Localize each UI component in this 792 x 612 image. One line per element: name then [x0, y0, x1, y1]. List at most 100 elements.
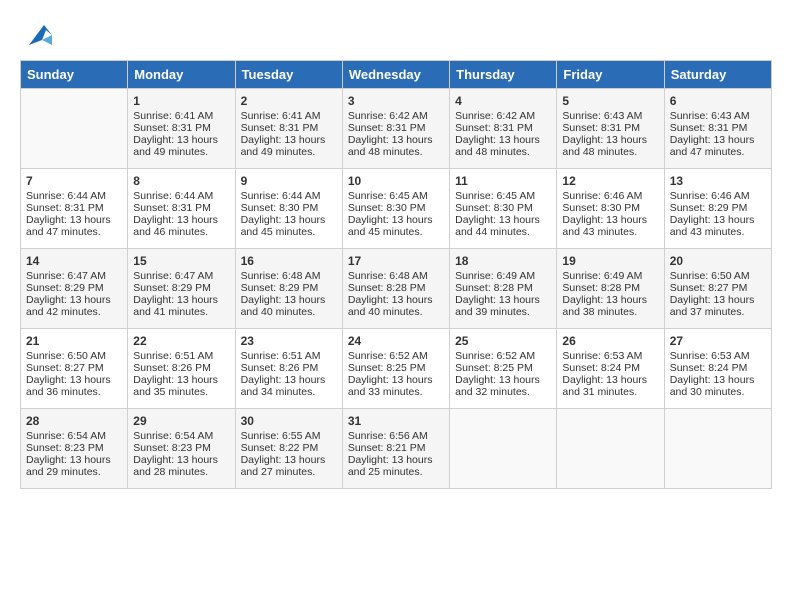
sunset-text: Sunset: 8:31 PM: [133, 122, 211, 134]
sunrise-text: Sunrise: 6:54 AM: [133, 430, 213, 442]
daylight-text: Daylight: 13 hours and 49 minutes.: [241, 134, 326, 158]
day-number: 6: [670, 94, 766, 108]
day-number: 29: [133, 414, 229, 428]
day-number: 18: [455, 254, 551, 268]
day-number: 14: [26, 254, 122, 268]
sunset-text: Sunset: 8:30 PM: [455, 202, 533, 214]
daylight-text: Daylight: 13 hours and 48 minutes.: [455, 134, 540, 158]
calendar-cell: 29Sunrise: 6:54 AMSunset: 8:23 PMDayligh…: [128, 409, 235, 489]
sunrise-text: Sunrise: 6:51 AM: [133, 350, 213, 362]
sunrise-text: Sunrise: 6:43 AM: [670, 110, 750, 122]
calendar-cell: [450, 409, 557, 489]
sunset-text: Sunset: 8:29 PM: [241, 282, 319, 294]
sunset-text: Sunset: 8:29 PM: [26, 282, 104, 294]
daylight-text: Daylight: 13 hours and 40 minutes.: [348, 294, 433, 318]
calendar-cell: 26Sunrise: 6:53 AMSunset: 8:24 PMDayligh…: [557, 329, 664, 409]
sunset-text: Sunset: 8:26 PM: [133, 362, 211, 374]
calendar-cell: 12Sunrise: 6:46 AMSunset: 8:30 PMDayligh…: [557, 169, 664, 249]
day-number: 12: [562, 174, 658, 188]
calendar-cell: 1Sunrise: 6:41 AMSunset: 8:31 PMDaylight…: [128, 89, 235, 169]
sunset-text: Sunset: 8:29 PM: [670, 202, 748, 214]
calendar-cell: 4Sunrise: 6:42 AMSunset: 8:31 PMDaylight…: [450, 89, 557, 169]
calendar-cell: 30Sunrise: 6:55 AMSunset: 8:22 PMDayligh…: [235, 409, 342, 489]
daylight-text: Daylight: 13 hours and 38 minutes.: [562, 294, 647, 318]
sunrise-text: Sunrise: 6:45 AM: [348, 190, 428, 202]
calendar-cell: 5Sunrise: 6:43 AMSunset: 8:31 PMDaylight…: [557, 89, 664, 169]
calendar-cell: 27 Sunrise: 6:53 AMSunset: 8:24 PMDayligh…: [664, 329, 771, 409]
sunset-text: Sunset: 8:24 PM: [670, 362, 748, 374]
day-number: 30: [241, 414, 337, 428]
calendar-cell: [21, 89, 128, 169]
calendar-cell: 25Sunrise: 6:52 AMSunset: 8:25 PMDayligh…: [450, 329, 557, 409]
daylight-text: Daylight: 13 hours and 25 minutes.: [348, 454, 433, 478]
weekday-header-wednesday: Wednesday: [342, 61, 449, 89]
day-number: 3: [348, 94, 444, 108]
calendar-cell: 2Sunrise: 6:41 AMSunset: 8:31 PMDaylight…: [235, 89, 342, 169]
day-number: 28: [26, 414, 122, 428]
daylight-text: Daylight: 13 hours and 48 minutes.: [348, 134, 433, 158]
sunrise-text: Sunrise: 6:52 AM: [348, 350, 428, 362]
day-number: 10: [348, 174, 444, 188]
calendar-cell: 11Sunrise: 6:45 AMSunset: 8:30 PMDayligh…: [450, 169, 557, 249]
sunrise-text: Sunrise: 6:44 AM: [133, 190, 213, 202]
sunrise-text: Sunrise: 6:53 AM: [562, 350, 642, 362]
weekday-header-monday: Monday: [128, 61, 235, 89]
calendar-cell: 23Sunrise: 6:51 AMSunset: 8:26 PMDayligh…: [235, 329, 342, 409]
daylight-text: Daylight: 13 hours and 35 minutes.: [133, 374, 218, 398]
day-number: 22: [133, 334, 229, 348]
sunrise-text: Sunrise: 6:48 AM: [348, 270, 428, 282]
sunset-text: Sunset: 8:27 PM: [670, 282, 748, 294]
daylight-text: Daylight: 13 hours and 29 minutes.: [26, 454, 111, 478]
sunrise-text: Sunrise: 6:56 AM: [348, 430, 428, 442]
calendar-cell: 8Sunrise: 6:44 AMSunset: 8:31 PMDaylight…: [128, 169, 235, 249]
daylight-text: Daylight: 13 hours and 30 minutes.: [670, 374, 755, 398]
calendar-cell: 15Sunrise: 6:47 AMSunset: 8:29 PMDayligh…: [128, 249, 235, 329]
day-number: 7: [26, 174, 122, 188]
day-number: 15: [133, 254, 229, 268]
daylight-text: Daylight: 13 hours and 32 minutes.: [455, 374, 540, 398]
calendar-cell: 24Sunrise: 6:52 AMSunset: 8:25 PMDayligh…: [342, 329, 449, 409]
calendar-cell: 9Sunrise: 6:44 AMSunset: 8:30 PMDaylight…: [235, 169, 342, 249]
day-number: 26: [562, 334, 658, 348]
day-number: 24: [348, 334, 444, 348]
day-number: 1: [133, 94, 229, 108]
sunrise-text: Sunrise: 6:55 AM: [241, 430, 321, 442]
day-number: 27: [670, 334, 766, 348]
sunset-text: Sunset: 8:31 PM: [133, 202, 211, 214]
calendar-cell: 7Sunrise: 6:44 AMSunset: 8:31 PMDaylight…: [21, 169, 128, 249]
sunrise-text: Sunrise: 6:46 AM: [670, 190, 750, 202]
sunset-text: Sunset: 8:31 PM: [26, 202, 104, 214]
sunrise-text: Sunrise: 6:49 AM: [455, 270, 535, 282]
daylight-text: Daylight: 13 hours and 43 minutes.: [670, 214, 755, 238]
day-number: 13: [670, 174, 766, 188]
sunrise-text: Sunrise: 6:47 AM: [26, 270, 106, 282]
sunset-text: Sunset: 8:21 PM: [348, 442, 426, 454]
day-number: 20: [670, 254, 766, 268]
sunrise-text: Sunrise: 6:42 AM: [348, 110, 428, 122]
sunset-text: Sunset: 8:22 PM: [241, 442, 319, 454]
daylight-text: Daylight: 13 hours and 39 minutes.: [455, 294, 540, 318]
sunset-text: Sunset: 8:28 PM: [348, 282, 426, 294]
sunset-text: Sunset: 8:31 PM: [241, 122, 319, 134]
calendar-cell: 13 Sunrise: 6:46 AMSunset: 8:29 PMDayligh…: [664, 169, 771, 249]
calendar-cell: 17 Sunrise: 6:48 AMSunset: 8:28 PMDayligh…: [342, 249, 449, 329]
day-number: 16: [241, 254, 337, 268]
calendar-cell: 14Sunrise: 6:47 AMSunset: 8:29 PMDayligh…: [21, 249, 128, 329]
sunrise-text: Sunrise: 6:41 AM: [241, 110, 321, 122]
day-number: 9: [241, 174, 337, 188]
sunset-text: Sunset: 8:28 PM: [455, 282, 533, 294]
sunset-text: Sunset: 8:25 PM: [455, 362, 533, 374]
sunrise-text: Sunrise: 6:45 AM: [455, 190, 535, 202]
day-number: 17: [348, 254, 444, 268]
calendar-table: SundayMondayTuesdayWednesdayThursdayFrid…: [20, 60, 772, 489]
daylight-text: Daylight: 13 hours and 46 minutes.: [133, 214, 218, 238]
daylight-text: Daylight: 13 hours and 47 minutes.: [26, 214, 111, 238]
daylight-text: Daylight: 13 hours and 37 minutes.: [670, 294, 755, 318]
sunrise-text: Sunrise: 6:53 AM: [670, 350, 750, 362]
sunset-text: Sunset: 8:31 PM: [348, 122, 426, 134]
day-number: 23: [241, 334, 337, 348]
sunrise-text: Sunrise: 6:52 AM: [455, 350, 535, 362]
sunset-text: Sunset: 8:23 PM: [26, 442, 104, 454]
logo: [20, 20, 54, 50]
calendar-cell: 16Sunrise: 6:48 AMSunset: 8:29 PMDayligh…: [235, 249, 342, 329]
